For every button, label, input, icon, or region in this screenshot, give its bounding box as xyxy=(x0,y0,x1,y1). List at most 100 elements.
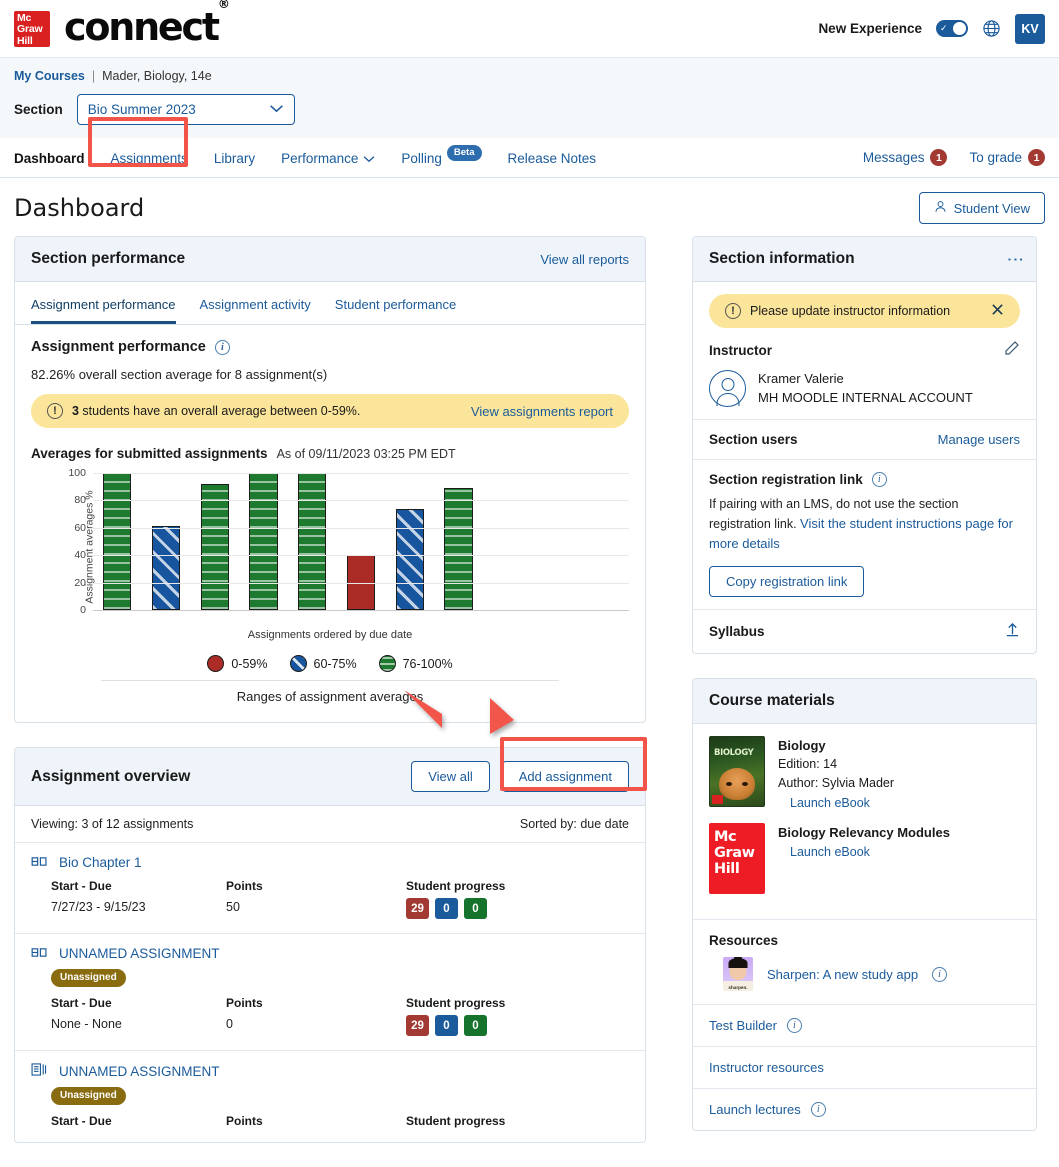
nav-item-polling-label: Polling xyxy=(401,150,442,166)
legend-label-low: 0-59% xyxy=(231,656,268,671)
nav-item-performance-label: Performance xyxy=(281,150,359,166)
copy-registration-link-button[interactable]: Copy registration link xyxy=(709,566,865,597)
sharpen-link[interactable]: Sharpen: A new study app xyxy=(767,967,918,982)
main-nav: Dashboard Assignments Library Performanc… xyxy=(0,117,1059,178)
progress-chips: 29 0 0 xyxy=(406,898,581,919)
chart-bar[interactable] xyxy=(395,508,424,610)
person-icon xyxy=(934,200,947,216)
document-icon xyxy=(31,1063,49,1079)
chart-y-tick: 20 xyxy=(74,576,86,589)
chart-bar[interactable] xyxy=(249,473,278,610)
info-icon[interactable]: i xyxy=(871,472,887,487)
mcgraw-hill-cover: Mc Graw Hill xyxy=(709,823,765,894)
course-subbar: My Courses | Mader, Biology, 14e Section B… xyxy=(0,57,1059,138)
section-select[interactable]: Bio Summer 2023 xyxy=(76,94,295,125)
student-view-button[interactable]: Student View xyxy=(918,192,1045,224)
assignment-performance-subtitle-row: Assignment performance i xyxy=(31,339,629,355)
nav-item-performance[interactable]: Performance xyxy=(268,151,388,177)
progress-chip-not-started[interactable]: 29 xyxy=(406,898,429,919)
view-assignments-report-link[interactable]: View assignments report xyxy=(471,404,613,419)
chart-bar[interactable] xyxy=(151,526,181,610)
manage-users-link[interactable]: Manage users xyxy=(938,432,1020,447)
resource-link-test-builder[interactable]: Test Builder i xyxy=(693,1004,1036,1046)
assignment-name-link[interactable]: Bio Chapter 1 xyxy=(59,855,142,870)
add-assignment-button[interactable]: Add assignment xyxy=(501,761,629,792)
progress-chip-completed[interactable]: 0 xyxy=(464,898,487,919)
resource-link-launch-lectures[interactable]: Launch lectures i xyxy=(693,1088,1036,1130)
upload-icon[interactable] xyxy=(1005,622,1020,641)
progress-chip-in-progress[interactable]: 0 xyxy=(435,898,458,919)
tab-assignment-activity[interactable]: Assignment activity xyxy=(200,286,311,324)
info-icon[interactable]: i xyxy=(810,1102,826,1117)
progress-chip-completed[interactable]: 0 xyxy=(464,1015,487,1036)
chart-bar[interactable] xyxy=(298,473,327,610)
assignment-performance-subtitle: Assignment performance xyxy=(31,339,206,355)
smartbook-icon xyxy=(31,947,49,961)
page-title-row: Dashboard Student View xyxy=(0,178,1059,236)
low-average-alert-text: 3 students have an overall average betwe… xyxy=(72,404,360,418)
breadcrumb-separator: | xyxy=(91,69,96,83)
view-all-button[interactable]: View all xyxy=(411,761,490,792)
connect-wordmark: connect® xyxy=(64,0,230,49)
right-column: Section information ⋮ ! Please update in… xyxy=(692,236,1037,1167)
resource-link-instructor-resources[interactable]: Instructor resources xyxy=(693,1046,1036,1088)
nav-item-library[interactable]: Library xyxy=(201,151,268,177)
chart-x-axis-label: Assignments ordered by due date xyxy=(247,629,413,641)
assignment-overview-title: Assignment overview xyxy=(31,767,191,785)
launch-lectures-link[interactable]: Launch lectures xyxy=(709,1102,801,1117)
tab-assignment-performance[interactable]: Assignment performance xyxy=(31,286,176,324)
breadcrumb-my-courses[interactable]: My Courses xyxy=(14,69,85,83)
nav-item-polling[interactable]: Polling Beta xyxy=(388,145,494,177)
chart-plot-area: 0 20 40 60 80 100 xyxy=(68,467,629,616)
chart-y-tick: 40 xyxy=(74,549,86,562)
chart-bar[interactable] xyxy=(444,488,473,610)
chart-bar[interactable] xyxy=(103,473,132,610)
assignment-name-link[interactable]: UNNAMED ASSIGNMENT xyxy=(59,1064,220,1079)
assignment-progress-col: Student progress 29 0 0 xyxy=(406,879,581,919)
nav-item-messages-label: Messages xyxy=(862,150,925,165)
nav-item-to-grade[interactable]: To grade 1 xyxy=(969,149,1045,166)
kebab-menu-icon[interactable]: ⋮ xyxy=(1006,251,1025,268)
info-icon[interactable]: i xyxy=(932,966,948,982)
nav-item-release-notes[interactable]: Release Notes xyxy=(495,151,610,177)
book-item: BIOLOGY Biology Edition: 14 Author: Sylv… xyxy=(693,724,1036,815)
chart-y-tick: 80 xyxy=(74,494,86,507)
view-all-reports-link[interactable]: View all reports xyxy=(540,252,629,267)
section-registration-text: If pairing with an LMS, do not use the s… xyxy=(709,495,1020,554)
col-header-start-due: Start - Due xyxy=(51,1114,112,1128)
nav-item-dashboard[interactable]: Dashboard xyxy=(14,151,98,177)
resource-item-sharpen: sharpen. Sharpen: A new study app i xyxy=(693,948,1036,1004)
instructor-info-alert-text: Please update instructor information xyxy=(750,304,951,318)
test-builder-link[interactable]: Test Builder xyxy=(709,1018,777,1033)
viewing-count-text: Viewing: 3 of 12 assignments xyxy=(31,817,194,831)
tab-student-performance[interactable]: Student performance xyxy=(335,286,456,324)
nav-item-messages[interactable]: Messages 1 xyxy=(863,149,948,166)
close-icon[interactable] xyxy=(991,303,1004,319)
progress-chip-not-started[interactable]: 29 xyxy=(406,1015,429,1036)
launch-ebook-link[interactable]: Launch eBook xyxy=(790,843,870,862)
progress-chip-in-progress[interactable]: 0 xyxy=(435,1015,458,1036)
chart-gridline xyxy=(93,500,629,502)
launch-ebook-link[interactable]: Launch eBook xyxy=(790,794,870,813)
assignment-progress-col: Student progress 29 0 0 xyxy=(406,996,581,1036)
instructor-resources-link[interactable]: Instructor resources xyxy=(709,1060,824,1075)
book-item: Mc Graw Hill Biology Relevancy Modules L… xyxy=(693,815,1036,906)
pencil-icon[interactable] xyxy=(1004,340,1020,360)
progress-chips: 29 0 0 xyxy=(406,1015,581,1036)
new-experience-toggle[interactable]: ✓ xyxy=(936,20,968,37)
chart-gridline xyxy=(93,582,629,584)
brand-bar: Mc Graw Hill connect® New Experience ✓ K… xyxy=(0,0,1059,57)
info-icon[interactable]: i xyxy=(786,1018,802,1033)
instructor-details: Kramer Valerie MH MOODLE INTERNAL ACCOUN… xyxy=(758,369,973,407)
globe-icon[interactable] xyxy=(982,19,1001,38)
assignment-title-row: UNNAMED ASSIGNMENT xyxy=(31,946,629,961)
avatar[interactable]: KV xyxy=(1015,13,1045,44)
info-icon[interactable]: i xyxy=(214,339,230,355)
assignment-name-link[interactable]: UNNAMED ASSIGNMENT xyxy=(59,946,220,961)
chart-bar[interactable] xyxy=(200,483,229,610)
nav-item-release-notes-label: Release Notes xyxy=(507,150,597,166)
syllabus-row: Syllabus xyxy=(693,610,1036,653)
instructor-label: Instructor xyxy=(709,342,773,358)
nav-item-assignments[interactable]: Assignments xyxy=(98,151,201,177)
section-performance-header: Section performance View all reports xyxy=(15,237,645,282)
